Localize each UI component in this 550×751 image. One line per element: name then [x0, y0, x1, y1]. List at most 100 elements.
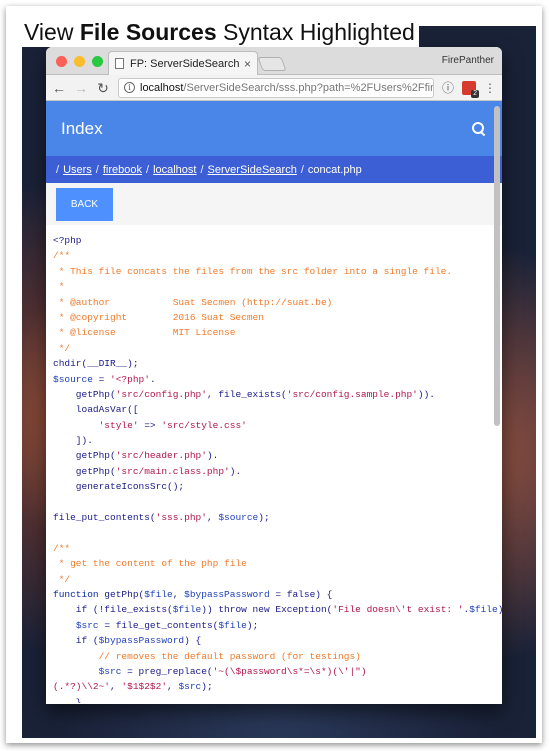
window-controls: [56, 56, 103, 67]
tab-strip: FP: ServerSideSearch × FirePanther: [46, 47, 502, 75]
code-line: (.*?)\\2~', '$1$2$2', $src);: [53, 679, 502, 694]
breadcrumb-item[interactable]: firebook: [103, 164, 142, 176]
code-line: /**: [53, 541, 502, 556]
code-line: if (!file_exists($file)) throw new Excep…: [53, 602, 502, 617]
browser-window: FP: ServerSideSearch × FirePanther ← → ↻…: [46, 47, 502, 704]
code-token: if (!file_exists(: [53, 604, 173, 616]
code-token: ,: [110, 681, 122, 693]
page-icon: [115, 58, 124, 69]
code-line: $source = '<?php'.: [53, 372, 502, 387]
code-token: $src: [98, 665, 122, 677]
extension-icon[interactable]: ⓘ: [442, 79, 454, 96]
code-token: ]).: [53, 435, 93, 447]
code-token: */: [53, 342, 71, 354]
code-line: /**: [53, 248, 502, 263]
code-line: * @author Suat Secmen (http://suat.be): [53, 295, 502, 310]
caption-bold: File Sources: [79, 19, 217, 45]
code-token: = file_get_contents(: [98, 619, 219, 631]
app-header: Index: [46, 101, 502, 156]
code-token: getPhp(: [53, 450, 116, 462]
maximize-window-button[interactable]: [92, 56, 103, 67]
extension-badge-icon[interactable]: 2: [462, 80, 479, 98]
code-token: 'style': [98, 419, 139, 431]
minimize-window-button[interactable]: [74, 56, 85, 67]
scrollbar[interactable]: [494, 106, 500, 426]
code-line: $src = preg_replace('~(\$password\s*=\s*…: [53, 664, 502, 679]
back-arrow-icon[interactable]: ←: [52, 81, 66, 95]
code-line: ]).: [53, 433, 502, 448]
code-token: );: [258, 512, 270, 524]
caption-title: View File Sources Syntax Highlighted: [22, 19, 419, 47]
breadcrumb-item: concat.php: [307, 163, 362, 176]
code-token: *: [53, 281, 65, 293]
code-token: 'src/config.php': [115, 388, 207, 400]
code-token: = preg_replace(: [121, 665, 213, 677]
forward-arrow-icon[interactable]: →: [74, 81, 88, 95]
code-line: getPhp('src/main.class.php').: [53, 464, 502, 479]
info-icon[interactable]: i: [124, 82, 135, 93]
code-token: $file: [469, 604, 498, 616]
code-line: * @license MIT License: [53, 325, 502, 340]
code-token: loadAsVar([: [53, 404, 139, 416]
breadcrumb-separator: /: [300, 163, 304, 176]
code-token: file_put_contents(: [53, 512, 156, 524]
code-line: 'style' => 'src/style.css': [53, 418, 502, 433]
address-bar[interactable]: i localhost/ServerSideSearch/sss.php?pat…: [118, 77, 434, 98]
new-tab-button[interactable]: [257, 57, 287, 71]
code-token: if (: [53, 635, 99, 647]
code-token: );: [246, 619, 259, 631]
code-token: );: [498, 604, 502, 615]
menu-dots-icon[interactable]: ⋮: [484, 81, 496, 95]
code-line: <?php: [53, 233, 502, 248]
page-content: Index / Users / firebook / localhost / ServerSi…: [46, 101, 502, 703]
code-token: getPhp(: [53, 465, 116, 477]
code-token: = false) {: [269, 588, 333, 600]
code-token: * @license MIT License: [53, 327, 236, 339]
code-line: getPhp('src/header.php').: [53, 448, 502, 463]
browser-toolbar: ← → ↻ i localhost/ServerSideSearch/sss.p…: [46, 75, 502, 101]
breadcrumb-separator: /: [146, 163, 150, 176]
breadcrumb-item[interactable]: Users: [63, 164, 92, 176]
url-path: /ServerSideSearch/sss.php?path=%2FUsers%…: [183, 81, 434, 94]
code-token: function: [53, 588, 99, 600]
code-line: * get the content of the php file: [53, 556, 502, 571]
tab-close-icon[interactable]: ×: [244, 57, 251, 71]
code-token: ,: [206, 512, 219, 524]
reload-icon[interactable]: ↻: [96, 81, 110, 95]
code-token: $source: [53, 373, 93, 385]
profile-name[interactable]: FirePanther: [442, 55, 494, 66]
code-token: .: [149, 373, 156, 385]
code-line: chdir(__DIR__);: [53, 356, 502, 371]
code-token: // removes the default password (for tes…: [53, 650, 361, 662]
search-icon[interactable]: [471, 121, 487, 137]
code-token: <?php: [53, 235, 82, 246]
close-window-button[interactable]: [56, 56, 67, 67]
breadcrumb-item[interactable]: localhost: [153, 164, 196, 176]
code-token: $src: [75, 619, 99, 631]
code-token: $file: [144, 588, 173, 600]
code-line: * This file concats the files from the s…: [53, 264, 502, 279]
breadcrumb-item[interactable]: ServerSideSearch: [208, 164, 297, 176]
code-token: )) throw new Exception(: [201, 604, 333, 616]
code-token: /**: [53, 250, 71, 262]
code-token: ,: [172, 588, 185, 600]
code-line: }: [53, 695, 502, 703]
code-token: $source: [218, 512, 259, 524]
code-line: *: [53, 279, 502, 294]
code-token: * This file concats the files from the s…: [53, 265, 453, 277]
code-token: $src: [178, 681, 202, 693]
code-token: }: [53, 696, 82, 703]
code-token: chdir(__DIR__);: [53, 358, 139, 370]
browser-tab[interactable]: FP: ServerSideSearch ×: [108, 51, 258, 75]
code-token: 'src/main.class.php': [115, 465, 230, 477]
extension-badge-count: 2: [471, 89, 479, 98]
back-button[interactable]: BACK: [56, 187, 113, 221]
code-token: $file: [172, 604, 202, 616]
index-link[interactable]: Index: [61, 119, 471, 139]
code-token: 'File doesn\'t exist: ': [332, 604, 464, 616]
